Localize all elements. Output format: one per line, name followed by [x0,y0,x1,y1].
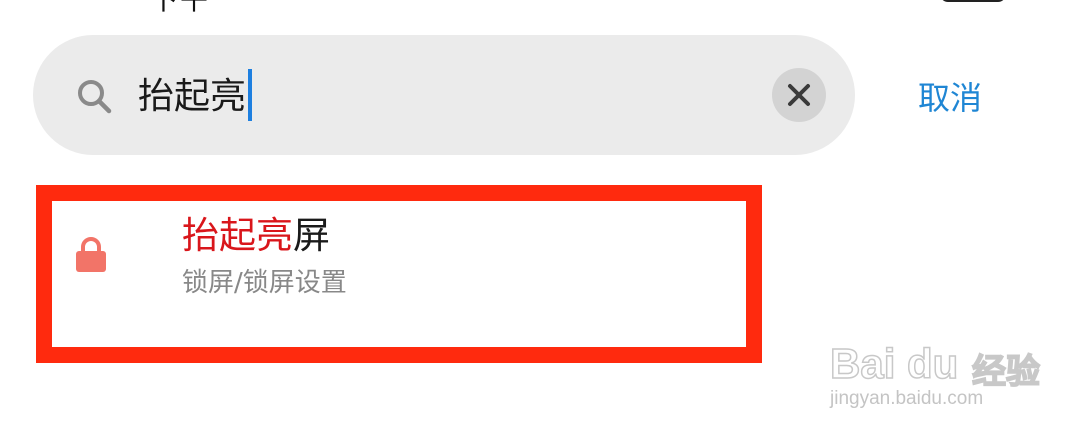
watermark-brand: Bai du [829,339,959,388]
baidu-jingyan-watermark: Bai du 经验 jingyan.baidu.com [829,318,1041,418]
result-path: 锁屏/锁屏设置 [182,268,347,298]
watermark-url: jingyan.baidu.com [830,388,984,409]
text-caret [248,69,253,121]
cancel-button[interactable]: 取消 [918,78,982,118]
close-icon [788,84,810,106]
lock-icon [76,237,106,272]
search-result-item[interactable] [36,185,762,363]
result-title-highlight: 抬起亮 [182,214,293,257]
status-bar: 下午 [0,0,1080,16]
search-query-text: 抬起亮 [138,76,247,117]
battery-icon [940,0,1006,2]
watermark-product: 经验 [971,352,1041,392]
result-title: 抬起亮屏 [182,214,330,258]
result-title-rest: 屏 [293,214,330,257]
search-icon [78,80,112,114]
settings-search-screen: 下午 抬起亮 取消 抬起亮屏 锁屏/锁屏设置 Bai du 经验 jingyan… [0,0,1080,434]
search-input[interactable]: 抬起亮 [138,69,253,124]
clear-search-button[interactable] [772,68,826,122]
status-clock: 下午 [150,0,210,18]
